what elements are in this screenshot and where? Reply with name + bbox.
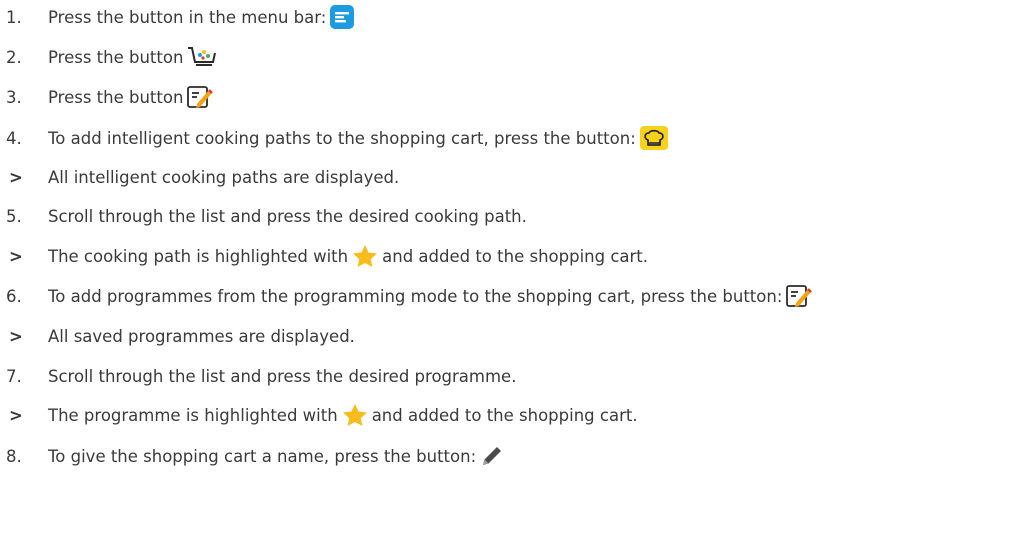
result-text-after: and added to the shopping cart. (371, 405, 638, 425)
step-text: Press the button in the menu bar: (48, 7, 327, 27)
instruction-list: 1. Press the button in the menu bar: 2. … (0, 0, 1013, 536)
star-icon (352, 244, 378, 268)
pencil-icon (480, 444, 504, 468)
result-step-4: > All intelligent cooking paths are disp… (0, 163, 399, 191)
step-text: To add intelligent cooking paths to the … (48, 128, 636, 148)
result-text: All saved programmes are displayed. (48, 326, 355, 346)
step-number: 8. (6, 446, 22, 466)
star-icon (342, 403, 368, 427)
step-number: 3. (6, 87, 22, 107)
step-2: 2. Press the button (0, 43, 221, 71)
step-number: 2. (6, 47, 22, 67)
step-number: 5. (6, 206, 22, 226)
step-number: 4. (6, 128, 22, 148)
result-marker: > (9, 405, 23, 425)
result-text: All intelligent cooking paths are displa… (48, 167, 400, 187)
result-marker: > (9, 326, 23, 346)
step-text: Press the button (48, 87, 184, 107)
chef-hat-icon (639, 126, 668, 150)
step-text: Press the button (48, 47, 184, 67)
result-marker: > (9, 246, 23, 266)
step-number: 6. (6, 286, 22, 306)
programming-edit-icon (187, 85, 214, 109)
result-text-before: The cooking path is highlighted with (48, 246, 349, 266)
step-text: To give the shopping cart a name, press … (48, 446, 477, 466)
step-6: 6. To add programmes from the programmin… (0, 282, 816, 310)
step-7: 7. Scroll through the list and press the… (0, 362, 516, 390)
step-4: 4. To add intelligent cooking paths to t… (0, 124, 672, 152)
step-number: 1. (6, 7, 22, 27)
step-text: Scroll through the list and press the de… (48, 206, 527, 226)
result-step-6: > All saved programmes are displayed. (0, 322, 355, 350)
shopping-cart-icon (187, 45, 217, 69)
step-number: 7. (6, 366, 22, 386)
step-text: Scroll through the list and press the de… (48, 366, 517, 386)
result-text-before: The programme is highlighted with (48, 405, 338, 425)
step-8: 8. To give the shopping cart a name, pre… (0, 442, 508, 470)
step-5: 5. Scroll through the list and press the… (0, 202, 527, 230)
result-step-7: > The programme is highlighted with and … (0, 401, 638, 429)
result-marker: > (9, 167, 23, 187)
step-text: To add programmes from the programming m… (48, 286, 783, 306)
programming-edit-icon (786, 284, 813, 308)
step-1: 1. Press the button in the menu bar: (0, 3, 358, 31)
step-3: 3. Press the button (0, 83, 217, 111)
menu-icon (330, 5, 355, 29)
result-step-5: > The cooking path is highlighted with a… (0, 242, 648, 270)
result-text-after: and added to the shopping cart. (382, 246, 649, 266)
